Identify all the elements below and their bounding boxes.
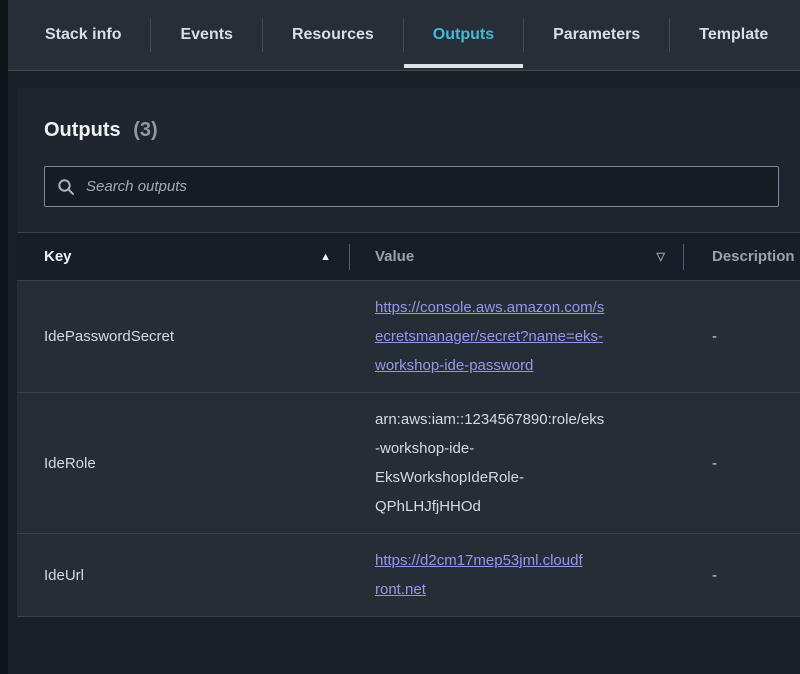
column-header-value[interactable]: Value ▽ (349, 233, 683, 280)
output-value-link[interactable]: https://console.aws.amazon.com/secretsma… (375, 293, 605, 380)
output-description: - (683, 310, 800, 363)
panel-title-text: Outputs (44, 119, 121, 141)
tab-parameters[interactable]: Parameters (524, 0, 669, 70)
outputs-count-badge: (3) (133, 119, 157, 141)
sort-descending-icon: ▽ (657, 250, 665, 263)
search-box[interactable] (44, 166, 779, 207)
output-value-link[interactable]: https://d2cm17mep53jml.cloudfront.net (375, 546, 587, 604)
tab-template[interactable]: Template (670, 0, 797, 70)
output-key: IdePasswordSecret (17, 310, 349, 363)
search-icon (57, 178, 75, 196)
output-key: IdeUrl (17, 549, 349, 602)
table-row-ide-role: IdeRole arn:aws:iam::1234567890:role/eks… (17, 393, 800, 534)
column-label-value: Value (375, 248, 414, 265)
column-header-key[interactable]: Key ▲ (17, 233, 349, 280)
column-label-key: Key (44, 248, 72, 265)
column-label-description: Description (712, 248, 795, 265)
search-input[interactable] (84, 177, 766, 196)
sort-ascending-icon: ▲ (320, 251, 331, 263)
tab-resources[interactable]: Resources (263, 0, 403, 70)
tab-outputs[interactable]: Outputs (404, 0, 523, 70)
column-header-description[interactable]: Description (683, 233, 800, 280)
left-edge-strip (0, 0, 8, 674)
output-value-cell: https://d2cm17mep53jml.cloudfront.net (349, 534, 683, 616)
output-description: - (683, 437, 800, 490)
table-row-ide-password-secret: IdePasswordSecret https://console.aws.am… (17, 281, 800, 393)
outputs-panel: Outputs (3) Key ▲ Value ▽ Description Id… (17, 88, 800, 617)
output-description: - (683, 549, 800, 602)
output-key: IdeRole (17, 437, 349, 490)
panel-title: Outputs (3) (44, 117, 800, 143)
output-value-cell: arn:aws:iam::1234567890:role/eks-worksho… (349, 393, 683, 533)
tab-stack-info[interactable]: Stack info (16, 0, 150, 70)
table-header-row: Key ▲ Value ▽ Description (17, 232, 800, 281)
table-row-ide-url: IdeUrl https://d2cm17mep53jml.cloudfront… (17, 534, 800, 617)
tab-events[interactable]: Events (151, 0, 261, 70)
stack-tab-bar: Stack info Events Resources Outputs Para… (8, 0, 800, 71)
output-value-cell: https://console.aws.amazon.com/secretsma… (349, 281, 683, 392)
output-value-text: arn:aws:iam::1234567890:role/eks-worksho… (375, 405, 605, 521)
outputs-panel-header: Outputs (3) (17, 88, 800, 232)
